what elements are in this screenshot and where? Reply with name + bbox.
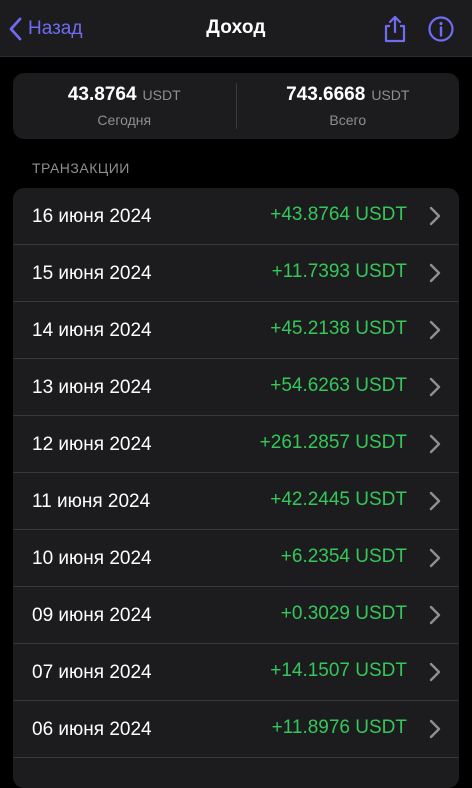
transaction-date: 06 июня 2024	[32, 719, 152, 740]
transaction-amount: +0.3029 USDT	[280, 603, 407, 624]
chevron-right-icon	[429, 491, 441, 511]
today-value: 43.8764	[67, 84, 137, 105]
transaction-amount: +261.2857 USDT	[259, 432, 407, 453]
transaction-date: 14 июня 2024	[32, 320, 152, 341]
summary-total: 743.6668 USDT Всего	[237, 73, 460, 139]
chevron-right-icon	[429, 320, 441, 340]
transaction-amount: +43.8764 USDT	[270, 204, 407, 225]
summary-today: 43.8764 USDT Сегодня	[13, 73, 236, 139]
transaction-date: 15 июня 2024	[32, 263, 152, 284]
total-unit: USDT	[371, 87, 410, 103]
transaction-row[interactable]: 12 июня 2024 +261.2857 USDT	[13, 416, 459, 473]
total-value: 743.6668	[286, 84, 366, 105]
transaction-row[interactable]: 10 июня 2024 +6.2354 USDT	[13, 530, 459, 587]
total-label: Всего	[329, 112, 367, 128]
transaction-date: 11 июня 2024	[32, 491, 151, 512]
income-summary-card: 43.8764 USDT Сегодня 743.6668 USDT Всего	[13, 73, 459, 139]
transaction-row[interactable]: 15 июня 2024 +11.7393 USDT	[13, 245, 459, 302]
transaction-row[interactable]: 16 июня 2024 +43.8764 USDT	[13, 188, 459, 245]
transaction-date: 16 июня 2024	[32, 206, 152, 227]
chevron-right-icon	[429, 263, 441, 283]
transaction-row[interactable]: 09 июня 2024 +0.3029 USDT	[13, 587, 459, 644]
transaction-amount: +11.8976 USDT	[271, 717, 407, 738]
transaction-date: 07 июня 2024	[32, 662, 152, 683]
transaction-amount: +54.6263 USDT	[270, 375, 407, 396]
chevron-right-icon	[429, 548, 441, 568]
transaction-row[interactable]: 11 июня 2024 +42.2445 USDT	[13, 473, 459, 530]
transactions-list: 16 июня 2024 +43.8764 USDT 15 июня 2024 +11…	[13, 188, 459, 788]
transaction-date: 12 июня 2024	[32, 434, 152, 455]
info-icon[interactable]	[426, 14, 456, 44]
transaction-amount: +42.2445 USDT	[270, 489, 407, 510]
transaction-row[interactable]: 14 июня 2024 +45.2138 USDT	[13, 302, 459, 359]
chevron-right-icon	[429, 206, 441, 226]
today-label: Сегодня	[97, 112, 152, 128]
chevron-right-icon	[429, 434, 441, 454]
transaction-row[interactable]: 06 июня 2024 +11.8976 USDT	[13, 701, 459, 758]
chevron-right-icon	[429, 662, 441, 682]
chevron-right-icon	[429, 719, 441, 739]
transaction-date: 13 июня 2024	[32, 377, 152, 398]
navigation-bar: Назад Доход	[0, 0, 472, 57]
transaction-amount: +6.2354 USDT	[280, 546, 407, 567]
transaction-row[interactable]: 07 июня 2024 +14.1507 USDT	[13, 644, 459, 701]
chevron-right-icon	[429, 377, 441, 397]
transaction-date: 09 июня 2024	[32, 605, 152, 626]
transaction-row[interactable]: 13 июня 2024 +54.6263 USDT	[13, 359, 459, 416]
transaction-date: 10 июня 2024	[32, 548, 152, 569]
chevron-right-icon	[429, 605, 441, 625]
today-unit: USDT	[142, 87, 181, 103]
transaction-amount: +11.7393 USDT	[271, 261, 407, 282]
transaction-amount: +45.2138 USDT	[270, 318, 407, 339]
transaction-amount: +14.1507 USDT	[270, 660, 407, 681]
share-icon[interactable]	[380, 14, 410, 44]
section-header-transactions: ТРАНЗАКЦИИ	[32, 160, 130, 176]
